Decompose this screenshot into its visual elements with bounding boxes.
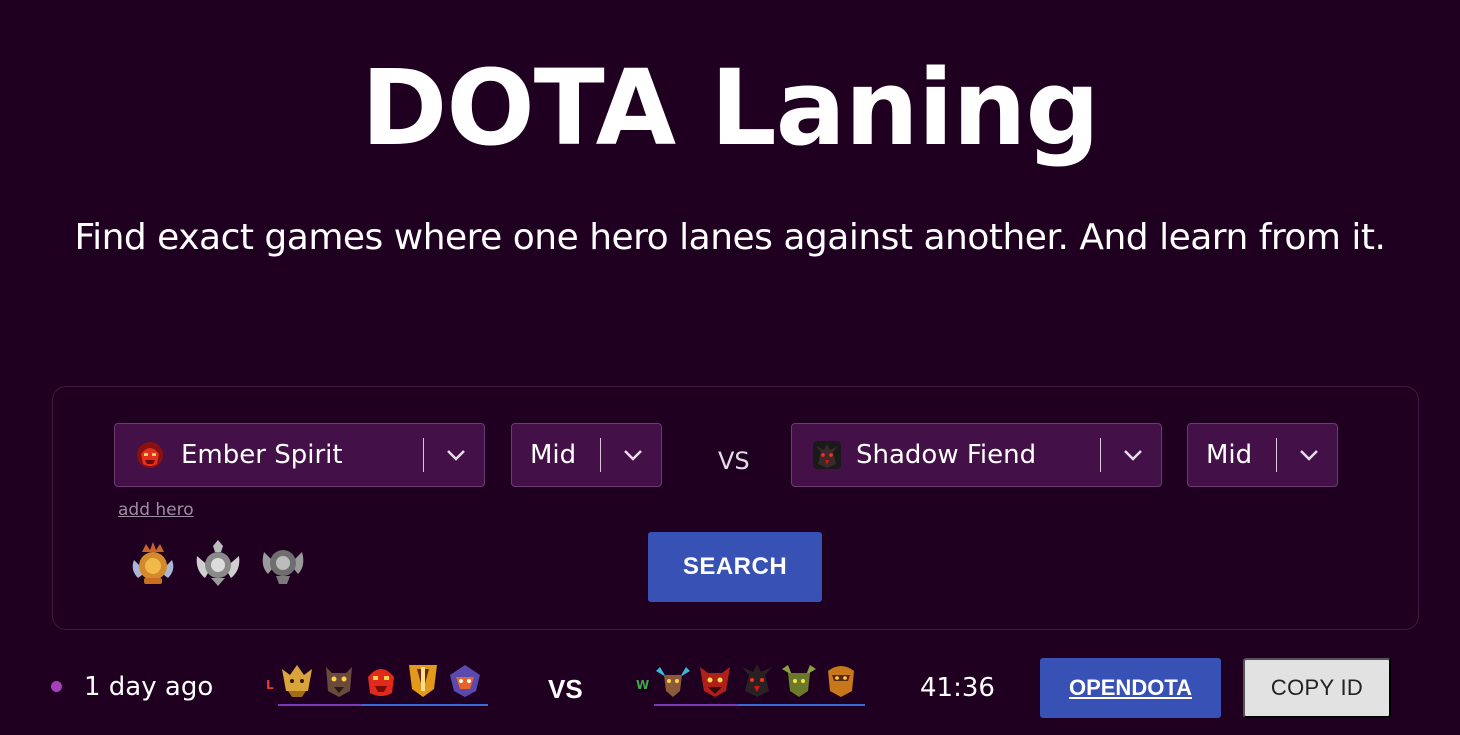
shadow-fiend-icon[interactable] xyxy=(737,660,777,700)
hero2-select[interactable]: Shadow Fiend xyxy=(791,423,1162,487)
team-divider xyxy=(738,704,865,706)
match-vs-label: VS xyxy=(548,674,583,704)
ancient-rank-icon[interactable] xyxy=(258,538,308,588)
ember-spirit-icon[interactable] xyxy=(361,660,401,700)
hero-icon-amber[interactable] xyxy=(821,660,861,700)
hero-icon-green[interactable] xyxy=(779,660,819,700)
ember-spirit-icon xyxy=(135,440,165,470)
team-divider xyxy=(278,704,362,706)
hero-icon-teal[interactable] xyxy=(653,660,693,700)
shadow-fiend-icon xyxy=(812,440,842,470)
hero-icon-brown[interactable] xyxy=(319,660,359,700)
lane2-label: Mid xyxy=(1206,440,1253,470)
chevron-down-icon[interactable] xyxy=(434,435,478,475)
team-divider xyxy=(654,704,738,706)
match-time-ago: 1 day ago xyxy=(84,672,214,702)
chevron-down-icon[interactable] xyxy=(1287,435,1331,475)
team-divider xyxy=(362,704,488,706)
opendota-button[interactable]: OPENDOTA xyxy=(1040,658,1221,718)
chevron-down-icon[interactable] xyxy=(611,435,655,475)
select-separator xyxy=(1100,438,1101,472)
vs-label: VS xyxy=(718,447,750,475)
lane1-label: Mid xyxy=(530,440,577,470)
page-title: DOTA Laning xyxy=(361,47,1100,169)
right-team-result: W xyxy=(636,678,650,692)
select-separator xyxy=(600,438,601,472)
chevron-down-icon[interactable] xyxy=(1111,435,1155,475)
lane1-select[interactable]: Mid xyxy=(511,423,662,487)
right-team-heroes xyxy=(653,660,861,700)
left-team-heroes xyxy=(277,660,485,700)
copy-id-button[interactable]: COPY ID xyxy=(1243,658,1391,718)
select-separator xyxy=(1276,438,1277,472)
left-team-result: L xyxy=(266,678,274,692)
page-subtitle: Find exact games where one hero lanes ag… xyxy=(74,217,1386,258)
hero-icon-purple[interactable] xyxy=(445,660,485,700)
hero-icon-red[interactable] xyxy=(695,660,735,700)
divine-rank-icon[interactable] xyxy=(193,538,243,588)
match-duration: 41:36 xyxy=(920,673,995,703)
hero-icon-orange[interactable] xyxy=(403,660,443,700)
search-button[interactable]: SEARCH xyxy=(648,532,822,602)
hero1-select[interactable]: Ember Spirit xyxy=(114,423,485,487)
immortal-rank-icon[interactable] xyxy=(128,538,178,588)
add-hero-link[interactable]: add hero xyxy=(118,500,194,520)
hero1-label: Ember Spirit xyxy=(181,440,343,470)
select-separator xyxy=(423,438,424,472)
lane2-select[interactable]: Mid xyxy=(1187,423,1338,487)
list-bullet xyxy=(51,681,62,692)
hero-icon-gold[interactable] xyxy=(277,660,317,700)
hero2-label: Shadow Fiend xyxy=(856,440,1037,470)
